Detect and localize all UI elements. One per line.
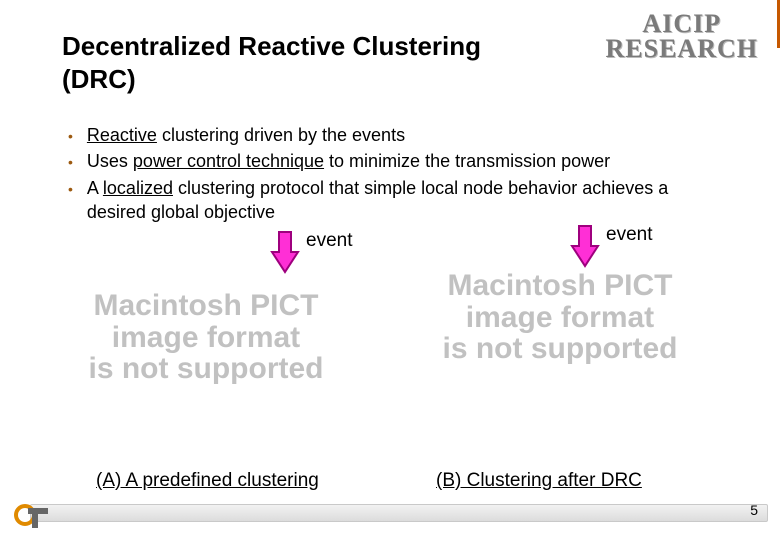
- brand-line1: AICIP: [606, 12, 758, 37]
- brand-logo: AICIP RESEARCH: [606, 12, 758, 61]
- bullet-post: clustering driven by the events: [157, 125, 405, 145]
- bullet-text: A localized clustering protocol that sim…: [87, 176, 708, 225]
- image-placeholder-right: Macintosh PICT image format is not suppo…: [390, 270, 730, 365]
- down-arrow-icon: [270, 230, 300, 274]
- bullet-text: Reactive clustering driven by the events: [87, 123, 405, 147]
- bullet-item: • Reactive clustering driven by the even…: [68, 123, 708, 147]
- bullet-item: • A localized clustering protocol that s…: [68, 176, 708, 225]
- footer-logo-icon: [14, 504, 56, 530]
- bullet-pre: A: [87, 178, 103, 198]
- footer-bar: [30, 504, 768, 522]
- bullet-item: • Uses power control technique to minimi…: [68, 149, 708, 173]
- down-arrow-icon: [570, 224, 600, 268]
- bullet-mark-icon: •: [68, 180, 73, 225]
- bullet-mark-icon: •: [68, 153, 73, 173]
- bullet-list: • Reactive clustering driven by the even…: [68, 123, 708, 224]
- bullet-post: to minimize the transmission power: [324, 151, 610, 171]
- bullet-text: Uses power control technique to minimize…: [87, 149, 610, 173]
- caption-b: (B) Clustering after DRC: [436, 470, 642, 492]
- event-left-label: event: [306, 230, 352, 252]
- image-placeholder-left: Macintosh PICT image format is not suppo…: [36, 290, 376, 385]
- event-right-label: event: [606, 224, 652, 246]
- bullet-underlined: Reactive: [87, 125, 157, 145]
- bullet-post: clustering protocol that simple local no…: [87, 178, 668, 222]
- bullet-underlined: localized: [103, 178, 173, 198]
- slide-title: Decentralized Reactive Clustering (DRC): [62, 30, 482, 95]
- slide: AICIP RESEARCH Decentralized Reactive Cl…: [0, 0, 780, 540]
- event-right-group: event: [570, 224, 652, 268]
- bullet-underlined: power control technique: [133, 151, 324, 171]
- brand-line2: RESEARCH: [606, 37, 758, 62]
- bullet-mark-icon: •: [68, 127, 73, 147]
- image-placeholders: Macintosh PICT image format is not suppo…: [0, 290, 780, 440]
- bullet-pre: Uses: [87, 151, 133, 171]
- page-number: 5: [750, 502, 758, 518]
- event-left-group: event: [270, 230, 352, 274]
- caption-a: (A) A predefined clustering: [96, 470, 319, 492]
